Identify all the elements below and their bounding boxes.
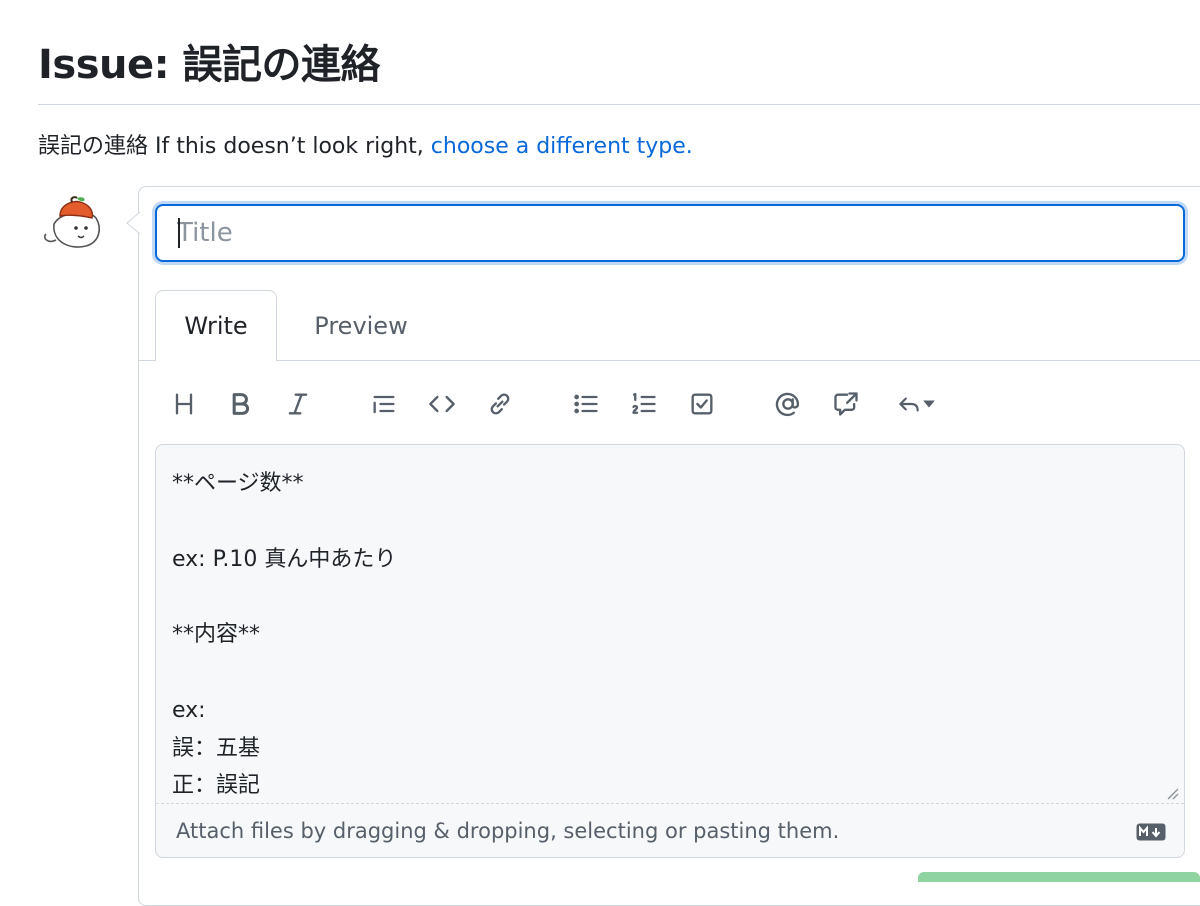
mention-icon (775, 392, 800, 417)
task-list-button[interactable] (684, 384, 720, 424)
reply-icon (899, 397, 919, 412)
code-icon (429, 395, 455, 413)
list-ordered-icon (632, 392, 656, 414)
issue-body-textarea[interactable]: **ページ数** ex: P.10 真ん中あたり **内容** ex: 誤：五基… (156, 445, 1184, 803)
link-icon (490, 393, 510, 415)
submit-new-issue-button[interactable] (918, 872, 1200, 882)
tab-preview[interactable]: Preview (292, 290, 430, 361)
code-button[interactable] (424, 384, 460, 424)
panel-pointer (126, 212, 140, 234)
link-button[interactable] (482, 384, 518, 424)
template-type-name: 誤記の連絡 (38, 134, 149, 159)
bold-button[interactable] (222, 384, 258, 424)
page-title: Issue: 誤記の連絡 (38, 42, 381, 88)
markdown-icon[interactable] (1136, 823, 1166, 841)
comment-editor[interactable]: **ページ数** ex: P.10 真ん中あたり **内容** ex: 誤：五基… (155, 444, 1185, 858)
choose-different-type-link[interactable]: choose a different type. (431, 134, 693, 159)
italic-button[interactable] (280, 384, 316, 424)
heading-icon (175, 393, 193, 415)
chevron-down-icon (923, 400, 935, 408)
template-type-prompt: If this doesn’t look right, (148, 134, 431, 159)
unordered-list-button[interactable] (568, 384, 604, 424)
resize-handle-icon[interactable] (1164, 785, 1180, 801)
bold-icon (232, 393, 250, 415)
italic-icon (288, 393, 308, 415)
heading-button[interactable] (166, 384, 202, 424)
tab-write[interactable]: Write (155, 290, 277, 361)
text-cursor (178, 218, 180, 248)
user-avatar[interactable] (40, 194, 106, 252)
saved-replies-button[interactable] (886, 384, 946, 424)
issue-title-input[interactable] (155, 204, 1185, 262)
ordered-list-button[interactable] (626, 384, 662, 424)
attach-files-hint[interactable]: Attach files by dragging & dropping, sel… (176, 819, 839, 843)
tasklist-icon (691, 393, 713, 415)
title-divider (38, 104, 1200, 105)
cross-reference-icon (834, 392, 858, 416)
reference-button[interactable] (828, 384, 864, 424)
list-unordered-icon (574, 394, 598, 414)
quote-button[interactable] (366, 384, 402, 424)
template-type-note: 誤記の連絡 If this doesn’t look right, choose… (38, 128, 693, 160)
mention-button[interactable] (770, 384, 806, 424)
quote-icon (373, 395, 395, 414)
editor-divider (156, 803, 1184, 804)
